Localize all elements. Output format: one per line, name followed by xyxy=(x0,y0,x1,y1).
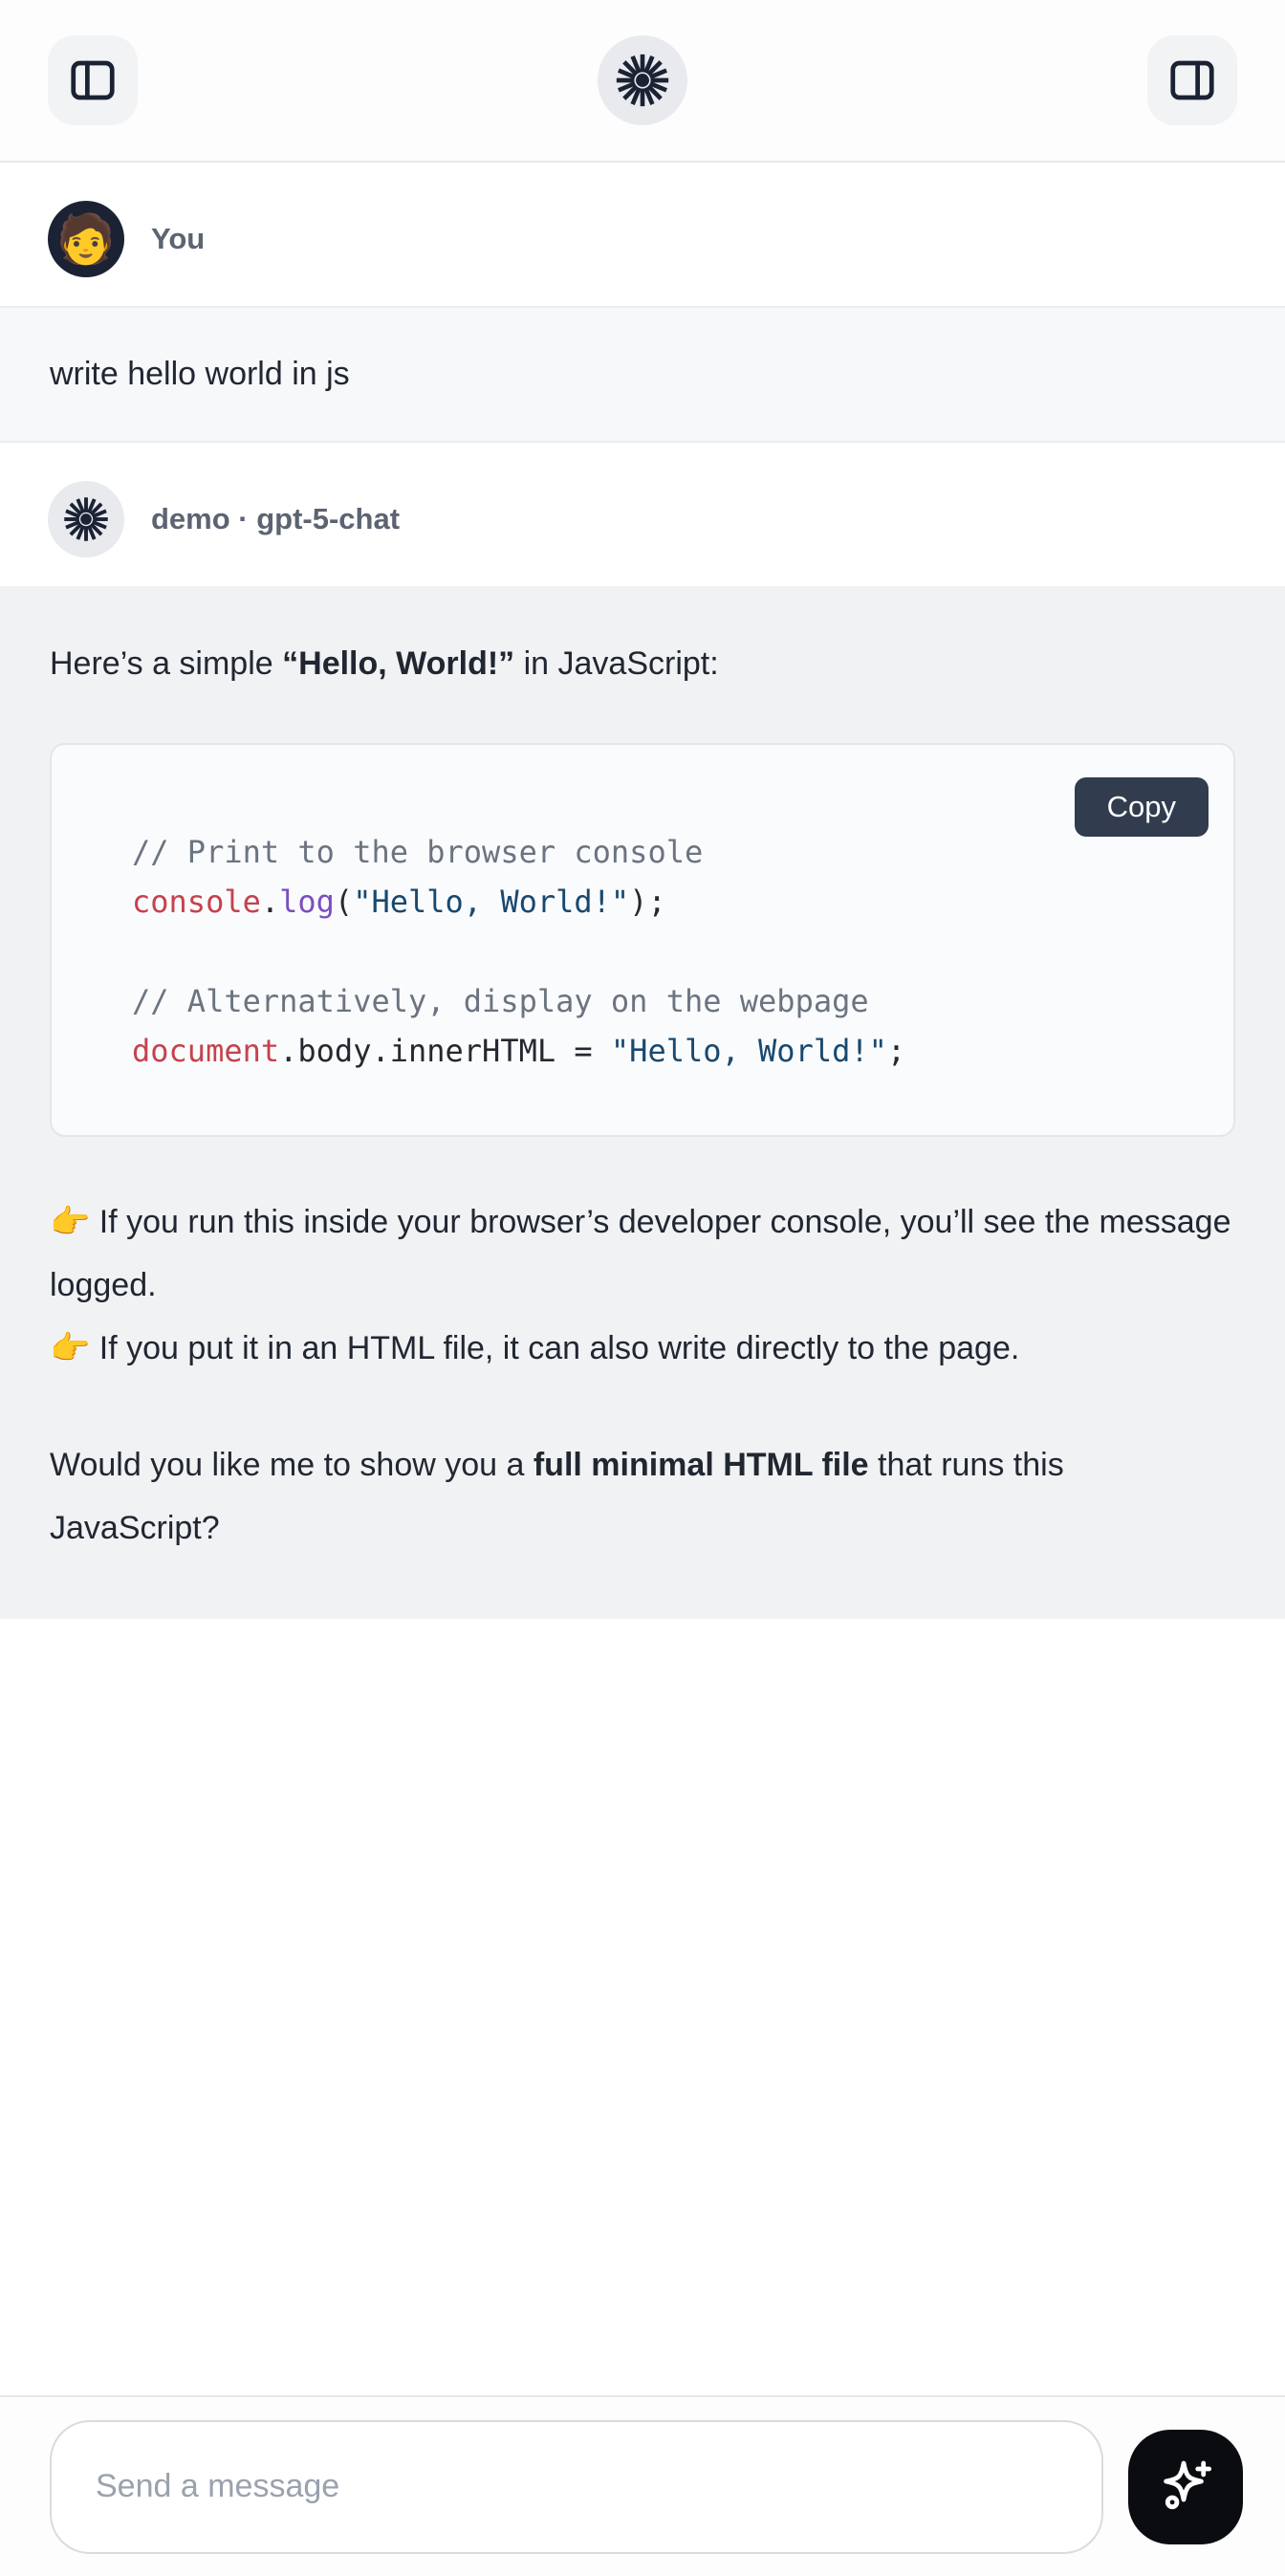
code-line: // Alternatively, display on the webpage xyxy=(132,976,1195,1026)
user-author-row: 🧑 You xyxy=(0,163,1285,306)
starburst-icon xyxy=(613,51,672,110)
copy-button[interactable]: Copy xyxy=(1075,777,1209,837)
assistant-intro: Here’s a simple “Hello, World!” in JavaS… xyxy=(50,632,1235,695)
assistant-avatar xyxy=(48,481,124,557)
send-button[interactable] xyxy=(1128,2430,1243,2544)
user-author-label: You xyxy=(151,222,205,256)
code-line: console.log("Hello, World!"); xyxy=(132,877,1195,927)
sidebar-right-icon xyxy=(1166,55,1218,106)
code-block: Copy // Print to the browser consolecons… xyxy=(50,743,1235,1137)
chat-scroll-area[interactable]: 🧑 You write hello world in js demo · gpt… xyxy=(0,163,1285,2395)
code-line: // Print to the browser console xyxy=(132,827,1195,877)
starburst-icon xyxy=(61,494,111,544)
assistant-message: Here’s a simple “Hello, World!” in JavaS… xyxy=(0,586,1285,1619)
code-line: document.body.innerHTML = "Hello, World!… xyxy=(132,1026,1195,1076)
model-logo-badge[interactable] xyxy=(598,35,687,125)
panel-toggle-button[interactable] xyxy=(1147,35,1237,125)
assistant-paragraph: 👉 If you run this inside your browser’s … xyxy=(50,1190,1235,1380)
top-bar xyxy=(0,0,1285,163)
assistant-paragraphs: 👉 If you run this inside your browser’s … xyxy=(50,1190,1235,1560)
assistant-paragraph: Would you like me to show you a full min… xyxy=(50,1433,1235,1560)
sidebar-toggle-button[interactable] xyxy=(48,35,138,125)
user-message: write hello world in js xyxy=(0,306,1285,443)
sidebar-left-icon xyxy=(67,55,119,106)
user-avatar: 🧑 xyxy=(48,201,124,277)
code-content: // Print to the browser consoleconsole.l… xyxy=(132,827,1195,1076)
assistant-author-label: demo · gpt-5-chat xyxy=(151,502,400,536)
assistant-author-row: demo · gpt-5-chat xyxy=(0,443,1285,586)
chat-app: 🧑 You write hello world in js demo · gpt… xyxy=(0,0,1285,2576)
person-emoji-icon: 🧑 xyxy=(56,215,116,263)
sparkle-icon xyxy=(1153,2455,1218,2520)
composer-bar xyxy=(0,2395,1285,2576)
code-line xyxy=(132,927,1195,976)
user-message-text: write hello world in js xyxy=(50,356,350,392)
message-input[interactable] xyxy=(50,2420,1103,2554)
